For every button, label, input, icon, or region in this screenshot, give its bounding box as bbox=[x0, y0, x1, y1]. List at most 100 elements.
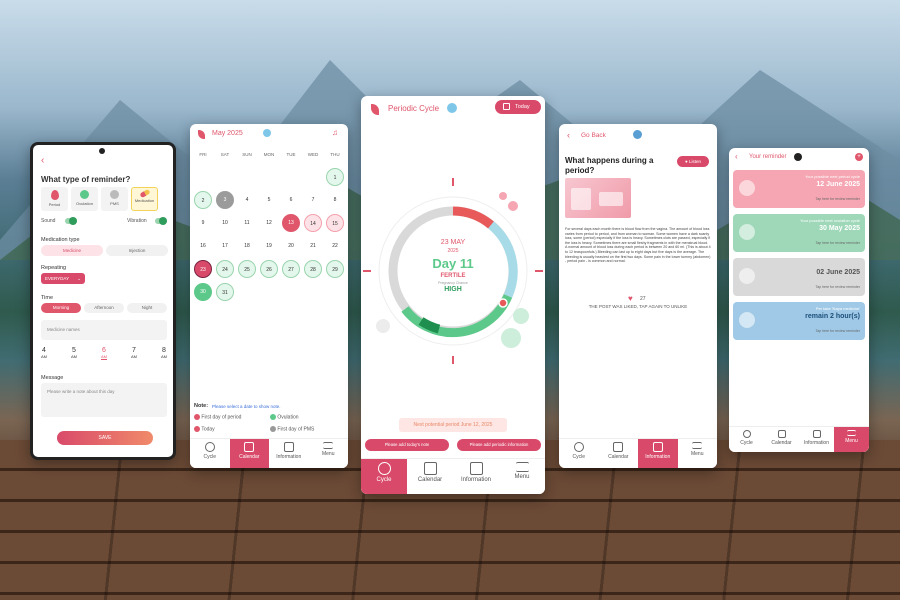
save-button[interactable]: SAVE bbox=[57, 431, 153, 445]
type-pms[interactable]: PMS bbox=[101, 187, 128, 211]
type-ovulation[interactable]: Ovulation bbox=[71, 187, 98, 211]
calendar-day[interactable]: 15 bbox=[326, 214, 344, 232]
calendar-day[interactable]: 7 bbox=[304, 191, 322, 209]
hour-item[interactable]: 5 AM bbox=[71, 347, 77, 360]
calendar-day[interactable]: 13 bbox=[282, 214, 300, 232]
calendar-day[interactable]: 4 bbox=[238, 191, 256, 209]
nav-calendar[interactable]: Calendar bbox=[407, 459, 453, 494]
medtype-medicine[interactable]: Medicine bbox=[41, 245, 103, 256]
calendar-day[interactable]: 9 bbox=[194, 214, 212, 232]
time-afternoon[interactable]: Afternoon bbox=[84, 303, 124, 313]
go-back-link[interactable]: Go Back bbox=[581, 132, 606, 139]
calendar-day[interactable]: 16 bbox=[194, 237, 212, 255]
hour-item[interactable]: 7 AM bbox=[131, 347, 137, 360]
calendar-day[interactable]: 12 bbox=[260, 214, 278, 232]
calendar-day[interactable]: 23 bbox=[194, 260, 212, 278]
cycle-day: Day 11 bbox=[432, 256, 474, 271]
medicine-input[interactable]: Medicine names bbox=[41, 320, 167, 340]
repeat-dropdown[interactable]: EVERYDAY ⌄ bbox=[41, 273, 85, 284]
calendar-day[interactable]: 8 bbox=[326, 191, 344, 209]
calendar-day[interactable]: 28 bbox=[304, 260, 322, 278]
calendar-day[interactable]: 19 bbox=[260, 237, 278, 255]
listen-button[interactable]: ● Listen bbox=[677, 156, 709, 167]
nav-information[interactable]: Information bbox=[638, 439, 678, 468]
type-label: Medication bbox=[134, 198, 155, 203]
reminder-card[interactable]: Your possible next ovulation cycle 30 May… bbox=[733, 214, 865, 252]
menu-icon bbox=[515, 462, 529, 472]
back-arrow-icon[interactable]: ‹ bbox=[567, 130, 570, 140]
medtype-injection[interactable]: Injection bbox=[106, 245, 168, 256]
vibration-toggle[interactable] bbox=[155, 217, 167, 225]
today-button[interactable]: Today bbox=[495, 100, 541, 114]
back-arrow-icon[interactable]: ‹ bbox=[735, 152, 738, 161]
nav-information[interactable]: Information bbox=[799, 427, 834, 452]
calendar-day[interactable]: 24 bbox=[216, 260, 234, 278]
reminder-value: 12 June 2025 bbox=[816, 181, 860, 188]
calendar-day[interactable]: 26 bbox=[260, 260, 278, 278]
calendar-day[interactable]: 14 bbox=[304, 214, 322, 232]
bell-icon[interactable]: ♫ bbox=[332, 128, 338, 137]
calendar-week-row: 2345678 bbox=[192, 189, 346, 211]
calendar-day[interactable]: 17 bbox=[216, 237, 234, 255]
reminder-card[interactable]: 02 June 2025 Tap here for review reminder bbox=[733, 258, 865, 296]
reminder-label: Per take 'Napa medicine' bbox=[815, 306, 860, 311]
nav-menu[interactable]: Menu bbox=[678, 439, 718, 468]
calendar-day[interactable]: 11 bbox=[238, 214, 256, 232]
type-period[interactable]: Period bbox=[41, 187, 68, 211]
vibration-label: Vibration bbox=[127, 218, 147, 224]
add-icon[interactable]: + bbox=[855, 153, 863, 161]
book-icon bbox=[812, 430, 821, 438]
calendar-day[interactable]: 10 bbox=[216, 214, 234, 232]
type-medication[interactable]: Medication bbox=[131, 187, 158, 211]
nav-menu[interactable]: Menu bbox=[499, 459, 545, 494]
calendar-day[interactable]: 6 bbox=[282, 191, 300, 209]
legend-ovulation: Ovulation bbox=[270, 414, 299, 420]
time-morning[interactable]: Morning bbox=[41, 303, 81, 313]
form-title: What type of reminder? bbox=[41, 175, 131, 184]
phone-calendar: May 2025 ♫ FRI SAT SUN MON TUE WED THU 1234567… bbox=[190, 124, 348, 468]
nav-calendar[interactable]: Calendar bbox=[764, 427, 799, 452]
add-info-button[interactable]: Please add periodic information bbox=[457, 439, 541, 451]
sound-toggle[interactable] bbox=[65, 217, 77, 225]
calendar-day[interactable]: 21 bbox=[304, 237, 322, 255]
nav-information[interactable]: Information bbox=[269, 439, 309, 468]
nav-cycle[interactable]: Cycle bbox=[361, 459, 407, 494]
time-night[interactable]: Night bbox=[127, 303, 167, 313]
menu-icon bbox=[692, 442, 703, 449]
pill-icon bbox=[138, 188, 151, 199]
heart-icon[interactable]: ♥ bbox=[628, 294, 633, 303]
calendar-day[interactable]: 5 bbox=[260, 191, 278, 209]
add-note-button[interactable]: Please add today's note bbox=[365, 439, 449, 451]
calendar-day[interactable]: 18 bbox=[238, 237, 256, 255]
hour-item-selected[interactable]: 6 AM bbox=[101, 347, 107, 360]
menu-icon bbox=[847, 430, 856, 436]
nav-menu[interactable]: Menu bbox=[309, 439, 349, 468]
nav-cycle[interactable]: Cycle bbox=[729, 427, 764, 452]
nav-menu[interactable]: Menu bbox=[834, 427, 869, 452]
calendar-day[interactable]: 27 bbox=[282, 260, 300, 278]
reminder-card[interactable]: Per take 'Napa medicine' remain 2 hour(s)… bbox=[733, 302, 865, 340]
reminder-card[interactable]: Your possible next period cycle 12 June 2… bbox=[733, 170, 865, 208]
nav-cycle[interactable]: Cycle bbox=[559, 439, 599, 468]
calendar-day[interactable]: 20 bbox=[282, 237, 300, 255]
back-arrow-icon[interactable]: ‹ bbox=[41, 155, 44, 166]
phone-reminders: ‹ Your reminder + Your possible next per… bbox=[729, 148, 869, 452]
hour-picker[interactable]: 4 AM 5 AM 6 AM 7 AM 8 AM bbox=[41, 347, 167, 360]
calendar-day[interactable]: 30 bbox=[194, 283, 212, 301]
calendar-day[interactable]: 22 bbox=[326, 237, 344, 255]
calendar-day[interactable]: 1 bbox=[326, 168, 344, 186]
calendar-day[interactable]: 31 bbox=[216, 283, 234, 301]
nav-calendar[interactable]: Calendar bbox=[599, 439, 639, 468]
hour-item[interactable]: 8 AM bbox=[161, 347, 167, 360]
reminder-hint: Tap here for review reminder bbox=[815, 241, 860, 245]
hour-item[interactable]: 4 AM bbox=[41, 347, 47, 360]
calendar-day[interactable]: 25 bbox=[238, 260, 256, 278]
note-hint: Please select a date to show note. bbox=[212, 404, 281, 409]
nav-calendar[interactable]: Calendar bbox=[229, 439, 269, 468]
calendar-day[interactable]: 2 bbox=[194, 191, 212, 209]
calendar-day[interactable]: 29 bbox=[326, 260, 344, 278]
calendar-day[interactable]: 3 bbox=[216, 191, 234, 209]
message-input[interactable]: Please write a note about this day bbox=[41, 383, 167, 417]
nav-cycle[interactable]: Cycle bbox=[190, 439, 230, 468]
nav-information[interactable]: Information bbox=[453, 459, 499, 494]
